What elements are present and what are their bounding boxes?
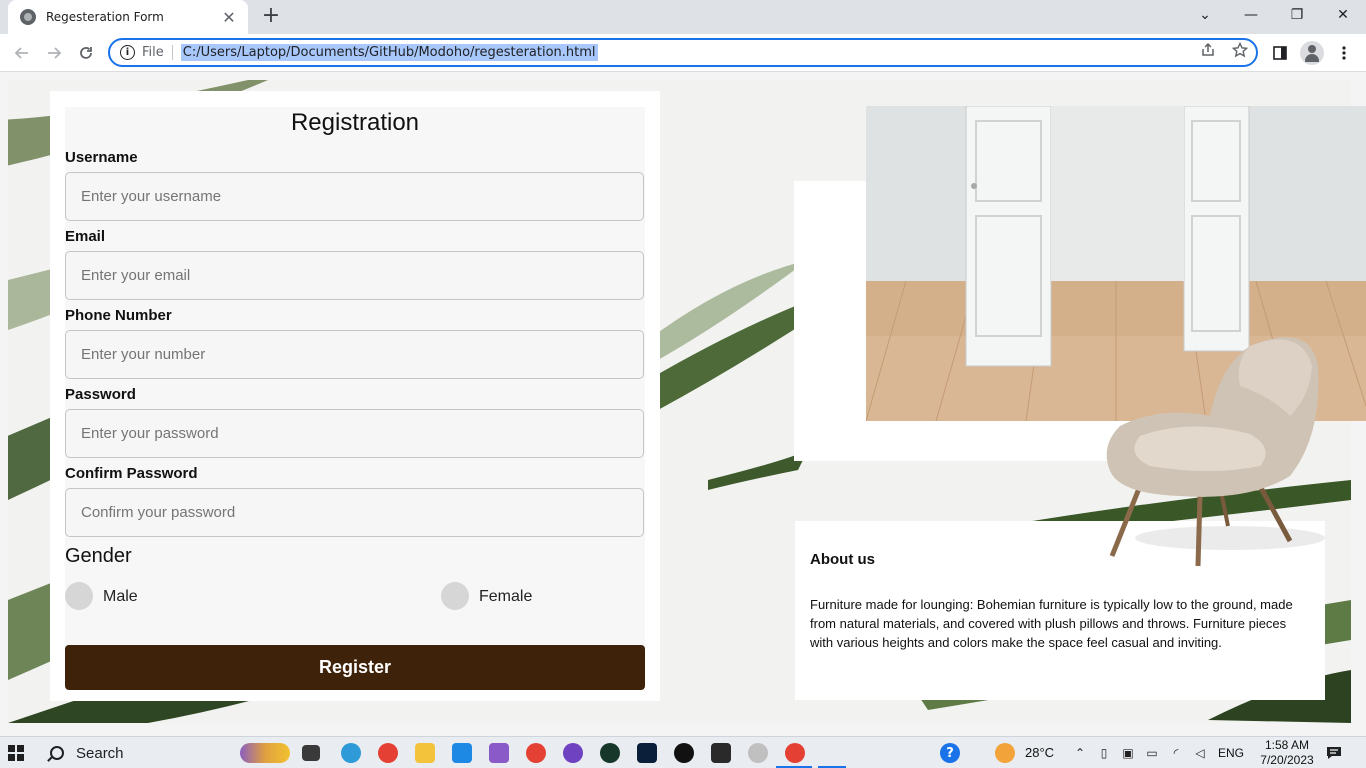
chrome-active-icon[interactable]	[785, 743, 805, 763]
email-label: Email	[65, 228, 106, 245]
device-icon[interactable]: ▯	[1096, 745, 1112, 761]
app-icon[interactable]	[600, 743, 620, 763]
reload-button[interactable]	[72, 39, 100, 67]
about-us-text: Furniture made for lounging: Bohemian fu…	[810, 597, 1293, 650]
confirm-password-label: Confirm Password	[65, 465, 198, 482]
language-indicator[interactable]: ENG	[1218, 746, 1244, 760]
email-input[interactable]	[65, 251, 644, 300]
vscode-icon[interactable]	[452, 743, 472, 763]
app-dark-icon[interactable]	[674, 743, 694, 763]
confirm-password-input[interactable]	[65, 488, 644, 537]
profile-avatar-icon[interactable]	[1300, 41, 1324, 65]
search-icon	[50, 746, 64, 760]
tab-strip: Regesteration Form ✕ + ⌄ — ❐ ✕	[0, 0, 1366, 34]
battery-icon[interactable]: ▭	[1144, 745, 1160, 761]
terminal-icon[interactable]	[711, 743, 731, 763]
bookmark-star-icon[interactable]	[1230, 40, 1250, 60]
side-panel-icon[interactable]	[1266, 39, 1294, 67]
username-input[interactable]	[65, 172, 644, 221]
clock-date[interactable]: 7/20/2023	[1254, 753, 1320, 767]
info-icon[interactable]: i	[120, 45, 135, 60]
wifi-icon[interactable]: ◜	[1168, 745, 1184, 761]
restore-button[interactable]: ❐	[1274, 0, 1320, 30]
app-gray-icon[interactable]	[748, 743, 768, 763]
weather-icon[interactable]	[995, 743, 1015, 763]
tab-title: Regesteration Form	[46, 10, 164, 24]
about-us-title: About us	[810, 551, 875, 568]
minimize-button[interactable]: —	[1228, 0, 1274, 30]
photoshop-icon[interactable]	[637, 743, 657, 763]
new-tab-button[interactable]: +	[258, 4, 284, 30]
password-label: Password	[65, 386, 136, 403]
chevron-up-icon[interactable]: ⌃	[1072, 745, 1088, 761]
gender-female-radio[interactable]	[441, 582, 469, 610]
windows-start-icon[interactable]	[8, 745, 24, 761]
github-desktop-icon[interactable]	[563, 743, 583, 763]
tab-search-icon[interactable]: ⌄	[1182, 0, 1228, 30]
speaker-icon[interactable]: ◁	[1192, 745, 1208, 761]
url-scheme-label: File	[142, 45, 173, 60]
password-input[interactable]	[65, 409, 644, 458]
search-highlight-icon[interactable]	[240, 743, 290, 763]
tab-registration-form[interactable]: Regesteration Form ✕	[8, 0, 248, 34]
gender-female-label[interactable]: Female	[479, 588, 532, 606]
taskbar-search-label: Search	[76, 744, 124, 762]
browser-toolbar: i File C:/Users/Laptop/Documents/GitHub/…	[0, 34, 1366, 72]
clock-time[interactable]: 1:58 AM	[1258, 738, 1316, 752]
registration-form: Registration Username Email Phone Number…	[65, 107, 645, 690]
registration-form-card: Registration Username Email Phone Number…	[50, 91, 660, 701]
weather-temperature[interactable]: 28°C	[1025, 745, 1054, 760]
task-view-icon[interactable]	[302, 745, 320, 761]
form-title: Registration	[290, 109, 420, 136]
edge-icon[interactable]	[341, 743, 361, 763]
chrome-profile-icon[interactable]	[526, 743, 546, 763]
app-tray-icon[interactable]: ▣	[1120, 745, 1136, 761]
close-window-button[interactable]: ✕	[1320, 0, 1366, 30]
phone-label: Phone Number	[65, 307, 172, 324]
page-viewport: Registration Username Email Phone Number…	[0, 72, 1366, 736]
forward-button[interactable]	[40, 39, 68, 67]
gender-male-radio[interactable]	[65, 582, 93, 610]
menu-icon[interactable]	[1330, 39, 1358, 67]
globe-icon	[20, 9, 36, 25]
notification-icon[interactable]	[1325, 745, 1343, 761]
gender-title: Gender	[65, 545, 132, 567]
help-icon[interactable]: ?	[940, 743, 960, 763]
visual-studio-icon[interactable]	[489, 743, 509, 763]
tab-close-icon[interactable]: ✕	[220, 8, 238, 27]
file-explorer-icon[interactable]	[415, 743, 435, 763]
register-button[interactable]: Register	[65, 645, 645, 690]
url-text[interactable]: C:/Users/Laptop/Documents/GitHub/Modoho/…	[180, 44, 598, 61]
gender-male-label[interactable]: Male	[103, 588, 138, 606]
chrome-icon[interactable]	[378, 743, 398, 763]
share-icon[interactable]	[1198, 40, 1218, 60]
address-bar[interactable]: i File C:/Users/Laptop/Documents/GitHub/…	[108, 38, 1258, 67]
back-button[interactable]	[8, 39, 36, 67]
phone-input[interactable]	[65, 330, 644, 379]
windows-taskbar: Search ? 28°C ⌃ ▯ ▣ ▭ ◜ ◁ ENG 1:58 AM 7/…	[0, 736, 1366, 768]
lounge-chair-image	[1100, 326, 1330, 572]
username-label: Username	[65, 149, 138, 166]
